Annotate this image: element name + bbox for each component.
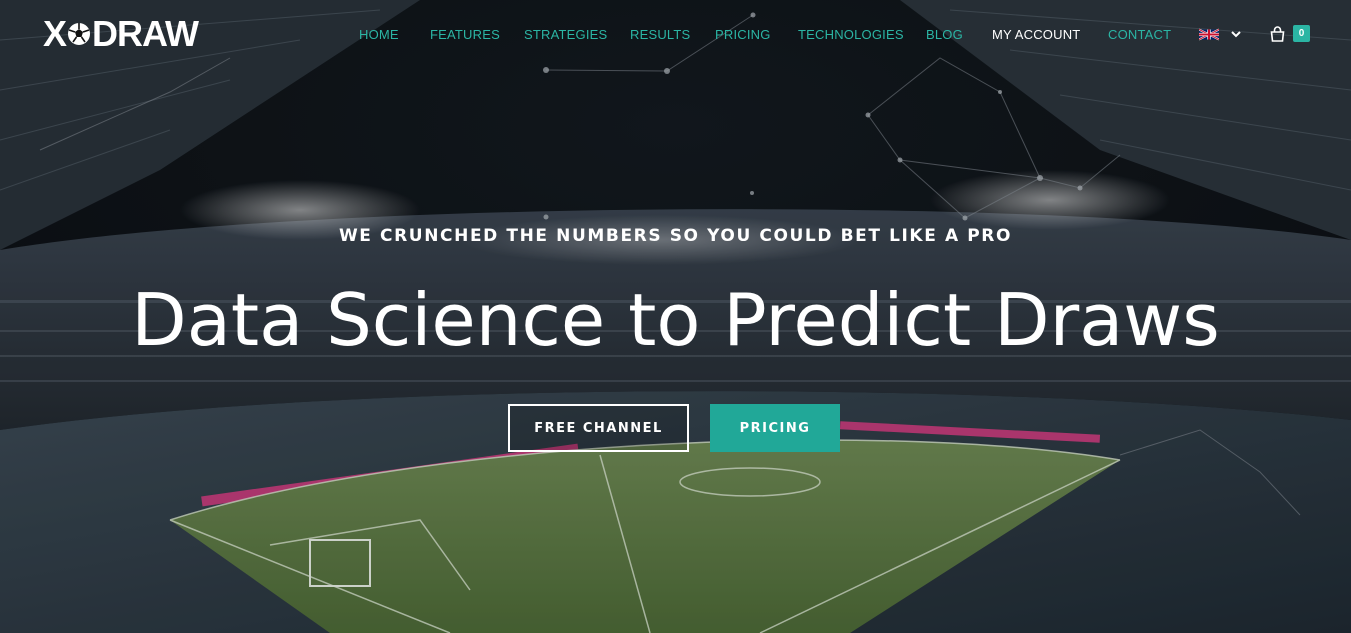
nav-pricing[interactable]: PRICING [715, 26, 771, 44]
nav-strategies[interactable]: STRATEGIES [524, 26, 607, 44]
uk-flag-icon [1199, 28, 1219, 40]
site-logo[interactable]: X DRAW [43, 14, 199, 54]
cart-count-badge: 0 [1293, 25, 1310, 42]
soccer-ball-icon [68, 23, 91, 45]
language-selector[interactable] [1199, 26, 1241, 42]
nav-results[interactable]: RESULTS [630, 26, 690, 44]
nav-technologies[interactable]: TECHNOLOGIES [798, 26, 904, 44]
chevron-down-icon [1231, 31, 1241, 38]
nav-home[interactable]: HOME [359, 26, 399, 44]
free-channel-button[interactable]: FREE CHANNEL [508, 404, 689, 452]
nav-blog[interactable]: BLOG [926, 26, 963, 44]
nav-features[interactable]: FEATURES [430, 26, 500, 44]
nav-my-account[interactable]: MY ACCOUNT [992, 26, 1080, 44]
hero-section: X DRAW HOME FEATURES STRATEGIES RESULTS … [0, 0, 1351, 633]
cart-button[interactable]: 0 [1270, 25, 1310, 42]
hero-headline: Data Science to Predict Draws [131, 278, 1220, 362]
site-header: X DRAW HOME FEATURES STRATEGIES RESULTS … [0, 0, 1351, 70]
hero-kicker: WE CRUNCHED THE NUMBERS SO YOU COULD BET… [338, 226, 1013, 246]
logo-wordmark: X DRAW [43, 13, 199, 54]
logo-left-letter: X [43, 13, 67, 54]
shopping-bag-icon [1270, 25, 1285, 42]
pricing-button[interactable]: PRICING [710, 404, 840, 452]
nav-contact[interactable]: CONTACT [1108, 26, 1171, 44]
logo-right-word: DRAW [92, 13, 199, 54]
